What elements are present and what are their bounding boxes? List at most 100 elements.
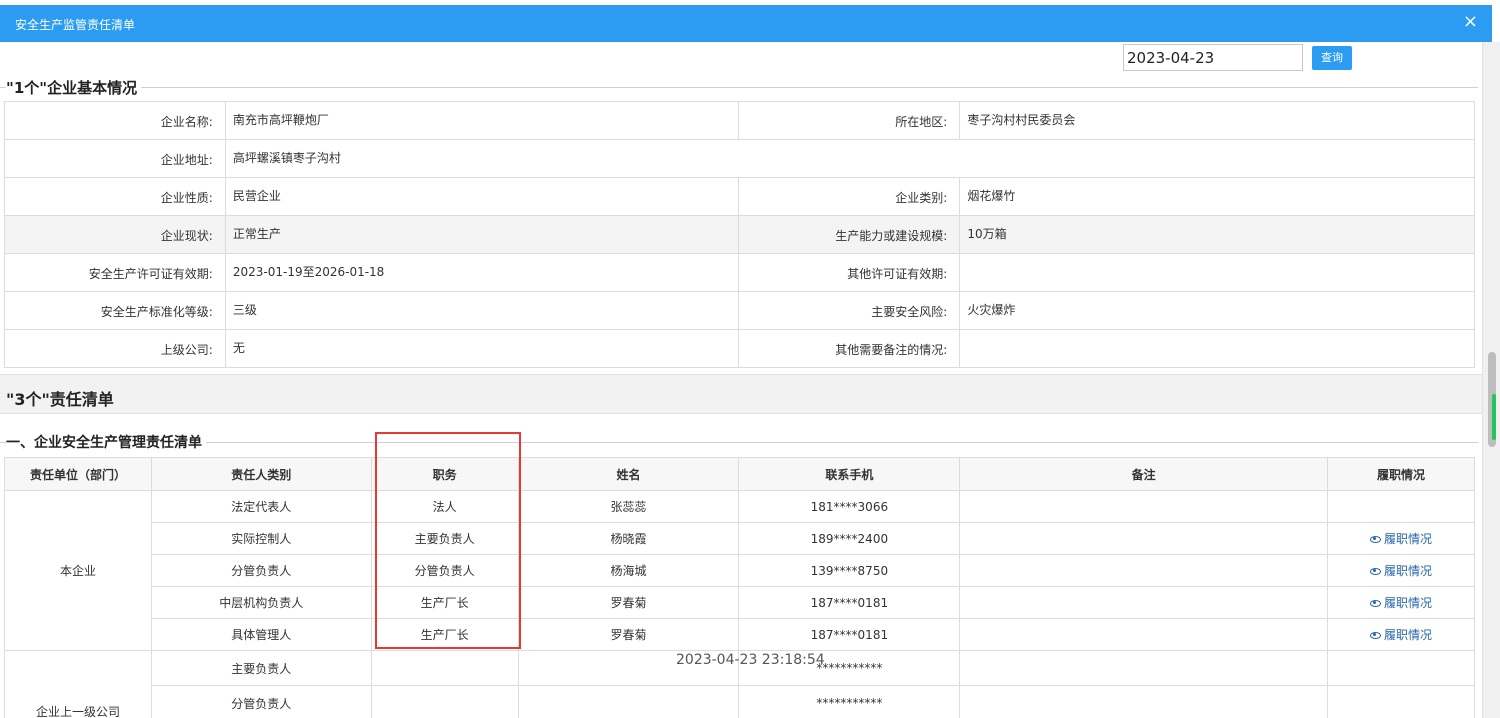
duty-cell [1327,650,1475,686]
eye-icon [1370,632,1381,639]
table-row: 实际控制人 主要负责人 杨晓霞 189****2400 履职情况 [5,522,1475,555]
post-cell: 生产厂长 [370,586,519,619]
note-cell [959,618,1329,651]
duty-cell [1327,685,1475,718]
phone-cell: 187****0181 [738,618,961,651]
name-cell: 杨晓霞 [517,522,740,555]
name-cell: 杨海城 [517,554,740,587]
window-title: 安全生产监管责任清单 [15,18,136,32]
table-header-row: 责任单位（部门） 责任人类别 职务 姓名 联系手机 备注 履职情况 [4,457,1475,491]
vertical-scrollbar[interactable] [1482,42,1500,718]
info-label: 其他许可证有效期: [738,253,961,292]
category-cell: 中层机构负责人 [150,586,372,619]
duty-cell [1327,490,1475,523]
post-cell: 主要负责人 [370,522,519,555]
name-cell: 罗春菊 [517,586,740,619]
info-value [959,329,1475,368]
subsection-divider [0,442,1478,443]
query-button[interactable]: 查询 [1312,46,1352,70]
phone-cell: 187****0181 [738,586,961,619]
info-label: 企业名称: [4,101,226,140]
info-value: 南充市高坪鞭炮厂 [224,101,740,140]
duty-link-label: 履职情况 [1384,532,1433,546]
info-value: 正常生产 [224,215,740,254]
category-cell: 实际控制人 [150,522,372,555]
info-row: 安全生产许可证有效期: 2023-01-19至2026-01-18 其他许可证有… [4,253,1475,292]
table-row: 本企业 法定代表人 法人 张蕊蕊 181****3066 [4,490,1475,651]
date-input[interactable] [1123,44,1303,71]
eye-icon [1370,568,1381,575]
subsection-title: 一、企业安全生产管理责任清单 [6,432,206,452]
category-cell: 法定代表人 [150,490,372,523]
post-cell: 生产厂长 [370,618,519,651]
info-value: 火灾爆炸 [959,291,1475,330]
category-cell: 分管负责人 [150,685,372,718]
duty-link-label: 履职情况 [1384,564,1433,578]
scroll-marker [1492,394,1496,440]
table-row: 分管负责人 *********** [5,685,1475,718]
duty-link-label: 履职情况 [1384,596,1433,610]
column-header: 职务 [370,457,519,491]
info-value [959,253,1475,292]
responsibility-table: 责任单位（部门） 责任人类别 职务 姓名 联系手机 备注 履职情况 本企业 法定… [4,457,1475,718]
info-value: 10万箱 [959,215,1475,254]
close-icon[interactable]: × [1463,13,1478,31]
name-cell [517,685,740,718]
note-cell [959,586,1329,619]
phone-cell: 181****3066 [738,490,961,523]
table-row: 具体管理人 生产厂长 罗春菊 187****0181 履职情况 [5,618,1475,651]
info-value: 2023-01-19至2026-01-18 [224,253,740,292]
post-cell: 法人 [370,490,519,523]
info-label: 企业类别: [738,177,961,216]
post-cell [370,650,519,686]
info-label: 生产能力或建设规模: [738,215,961,254]
column-header: 责任人类别 [150,457,372,491]
info-label: 企业现状: [4,215,226,254]
unit-cell: 本企业 [4,490,152,651]
column-header: 备注 [959,457,1329,491]
info-label: 企业地址: [4,139,226,178]
duty-link[interactable]: 履职情况 [1370,532,1432,546]
duty-link[interactable]: 履职情况 [1370,564,1432,578]
info-row: 企业地址: 高坪螺溪镇枣子沟村 [4,139,1476,178]
duty-cell: 履职情况 [1327,554,1475,587]
duty-link[interactable]: 履职情况 [1370,596,1432,610]
phone-cell: *********** [738,685,961,718]
name-cell: 张蕊蕊 [517,490,740,523]
info-value: 高坪螺溪镇枣子沟村 [224,139,1476,178]
eye-icon [1370,600,1381,607]
main-content: 查询 "1个"企业基本情况 企业名称: 南充市高坪鞭炮厂 所在地区: 枣子沟村村… [0,42,1482,718]
section1-title: "1个"企业基本情况 [6,77,142,98]
info-label: 其他需要备注的情况: [738,329,961,368]
info-label: 上级公司: [4,329,226,368]
table-row: 分管负责人 分管负责人 杨海城 139****8750 履职情况 [5,554,1475,587]
column-header: 责任单位（部门） [4,457,152,491]
category-cell: 具体管理人 [150,618,372,651]
duty-cell: 履职情况 [1327,586,1475,619]
duty-cell: 履职情况 [1327,618,1475,651]
category-cell: 分管负责人 [150,554,372,587]
phone-cell: 139****8750 [738,554,961,587]
column-header: 履职情况 [1327,457,1475,491]
unit-label: 企业上一级公司 [35,705,120,718]
duty-link[interactable]: 履职情况 [1370,628,1432,642]
info-row: 企业性质: 民营企业 企业类别: 烟花爆竹 [4,177,1475,216]
note-cell [959,490,1329,523]
column-header: 姓名 [517,457,740,491]
column-header: 联系手机 [738,457,961,491]
timestamp-watermark: 2023-04-23 23:18:54 [676,652,825,668]
eye-icon [1370,536,1381,543]
unit-cell: 企业上一级公司 [4,650,152,718]
info-label: 安全生产许可证有效期: [4,253,226,292]
name-cell: 罗春菊 [517,618,740,651]
table-row: 中层机构负责人 生产厂长 罗春菊 187****0181 履职情况 [5,586,1475,619]
duty-cell: 履职情况 [1327,522,1475,555]
basic-info-table: 企业名称: 南充市高坪鞭炮厂 所在地区: 枣子沟村村民委员会 企业地址: 高坪螺… [4,101,1476,368]
info-label: 安全生产标准化等级: [4,291,226,330]
section2-title: "3个"责任清单 [6,390,114,409]
window-titlebar: 安全生产监管责任清单 × [0,5,1492,42]
note-cell [959,522,1329,555]
duty-link-label: 履职情况 [1384,628,1433,642]
info-label: 企业性质: [4,177,226,216]
info-row: 企业名称: 南充市高坪鞭炮厂 所在地区: 枣子沟村村民委员会 [4,101,1475,140]
